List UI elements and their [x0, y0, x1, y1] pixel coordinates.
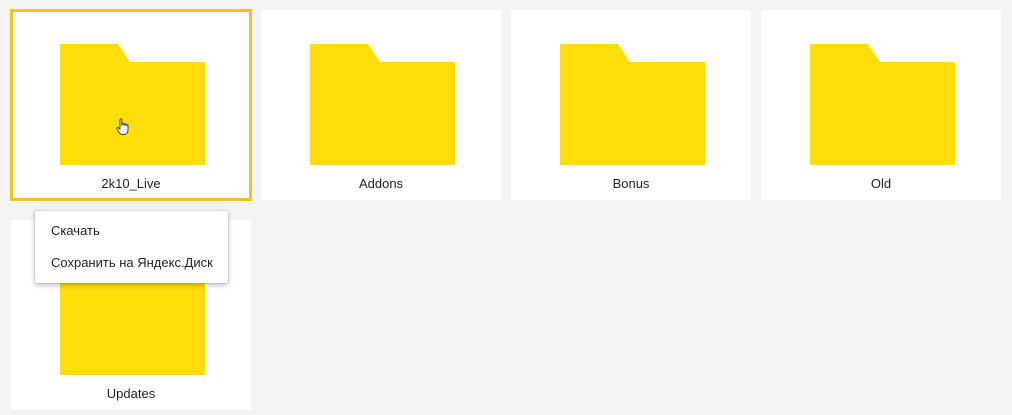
folder-name: Old [870, 176, 892, 191]
folder-name: Updates [106, 386, 156, 401]
menu-item-save-to-yandex-disk[interactable]: Сохранить на Яндекс.Диск [35, 249, 228, 281]
folder-icon [560, 44, 705, 165]
folder-icon [60, 44, 205, 165]
menu-item-download[interactable]: Скачать [35, 217, 228, 249]
folder-tile-bonus[interactable]: Bonus [511, 10, 751, 200]
hand-pointer-icon [116, 118, 130, 136]
folder-name: Bonus [612, 176, 650, 191]
folder-icon [810, 44, 955, 165]
folder-tile-2k10-live[interactable]: 2k10_Live [10, 9, 252, 201]
folder-icon [310, 44, 455, 165]
folder-name: 2k10_Live [101, 176, 161, 191]
context-menu: Скачать Сохранить на Яндекс.Диск [35, 211, 228, 283]
folder-tile-old[interactable]: Old [761, 10, 1001, 200]
folder-tile-addons[interactable]: Addons [261, 10, 501, 200]
folder-name: Addons [358, 176, 404, 191]
